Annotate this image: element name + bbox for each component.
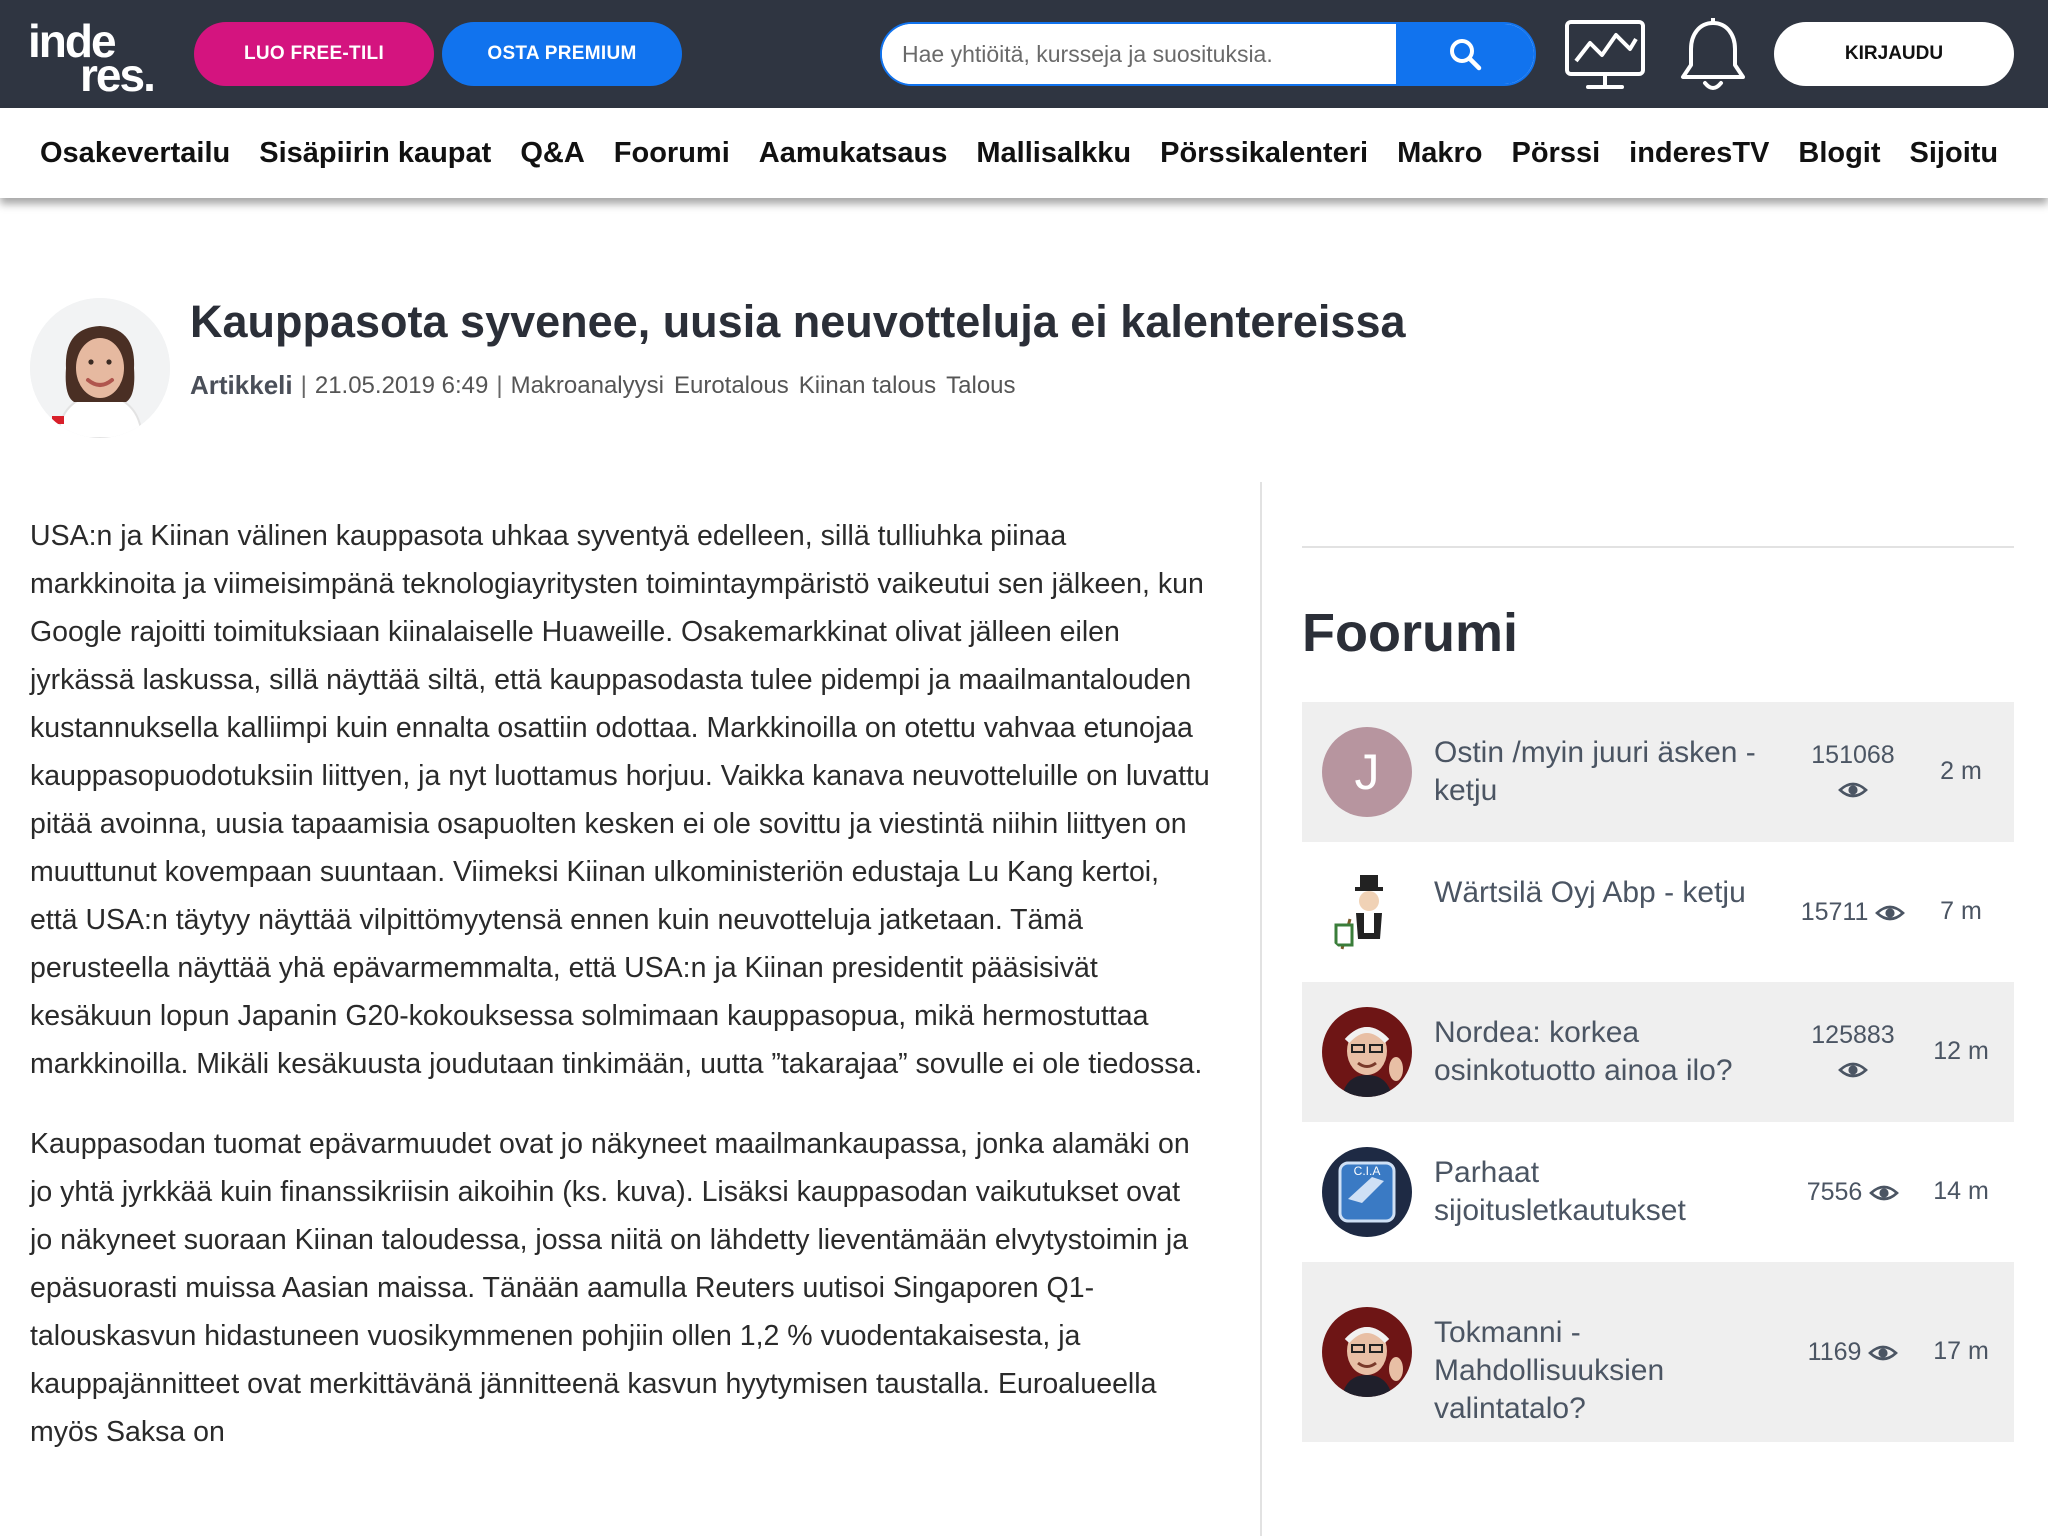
search-bar xyxy=(880,22,1536,86)
svg-text:C.I.A: C.I.A xyxy=(1354,1164,1381,1178)
nav-item-osakevertailu[interactable]: Osakevertailu xyxy=(40,137,230,170)
column-divider xyxy=(1260,482,1262,1536)
nav-list: Osakevertailu Sisäpiirin kaupat Q&A Foorumi… xyxy=(40,108,2027,198)
article-tag[interactable]: Talous xyxy=(946,372,1015,400)
article-body: USA:n ja Kiinan välinen kauppasota uhkaa… xyxy=(30,512,1210,1488)
monopoly-avatar[interactable] xyxy=(1322,867,1412,957)
author-portrait-icon xyxy=(30,298,170,438)
forum-thread-time: 17 m xyxy=(1933,1337,1989,1365)
create-free-account-button[interactable]: LUO FREE-TILI xyxy=(194,22,434,86)
portfolio-chart-button[interactable] xyxy=(1562,18,1648,94)
views-count: 7556 xyxy=(1806,1178,1863,1206)
author-avatar[interactable] xyxy=(30,298,170,438)
article-date: 21.05.2019 6:49 xyxy=(314,371,489,399)
nav-item-sijoitu[interactable]: Sijoitu xyxy=(1910,137,1999,170)
views-count: 151068 xyxy=(1811,741,1895,769)
article-tag[interactable]: Eurotalous xyxy=(674,372,789,400)
forum-thread-views: 151068 xyxy=(1788,738,1918,806)
forum-thread-title[interactable]: Tokmanni - Mahdollisuuksien valintatalo? xyxy=(1434,1314,1784,1428)
forum-thread-list: J Ostin /myin juuri äsken - ketju 151068 2 … xyxy=(1302,702,2014,1442)
views-count: 15711 xyxy=(1800,898,1869,926)
forum-thread-row[interactable]: C.I.A Parhaat sijoitusletkautukset 7556 14… xyxy=(1302,1122,2014,1262)
forum-thread-time: 2 m xyxy=(1940,757,1982,785)
inderes-logo[interactable]: inde res. xyxy=(28,18,156,98)
forum-thread-row[interactable]: Wärtsilä Oyj Abp - ketju 15711 7 m xyxy=(1302,842,2014,982)
article-meta: Artikkeli | 21.05.2019 6:49 | Makroanaly… xyxy=(190,370,1026,401)
forum-thread-row[interactable]: Nordea: korkea osinkotuotto ainoa ilo? 12… xyxy=(1302,982,2014,1122)
article-tag[interactable]: Makroanalyysi xyxy=(511,372,664,400)
views-icon xyxy=(1875,906,1906,921)
chart-monitor-icon xyxy=(1565,20,1645,89)
login-button[interactable]: KIRJAUDU xyxy=(1774,22,2014,86)
bell-icon xyxy=(1681,18,1745,90)
svg-text:J: J xyxy=(1355,744,1380,800)
article-paragraph: USA:n ja Kiinan välinen kauppasota uhkaa… xyxy=(30,520,1210,1080)
views-icon xyxy=(1869,1186,1900,1201)
forum-thread-title[interactable]: Wärtsilä Oyj Abp - ketju xyxy=(1434,874,1784,912)
views-icon xyxy=(1838,1063,1868,1078)
nav-item-makro[interactable]: Makro xyxy=(1397,137,1482,170)
article-type[interactable]: Artikkeli xyxy=(190,370,293,401)
buffett-avatar[interactable] xyxy=(1322,1007,1412,1097)
badge-avatar[interactable]: C.I.A xyxy=(1322,1147,1412,1237)
views-count: 1169 xyxy=(1807,1338,1862,1366)
buffett-avatar[interactable] xyxy=(1322,1307,1412,1397)
nav-item-sisäpiirin-kaupat[interactable]: Sisäpiirin kaupat xyxy=(259,137,491,170)
article-paragraph: Kauppasodan tuomat epävarmuudet ovat jo … xyxy=(30,1128,1190,1448)
search-icon xyxy=(1450,39,1482,71)
search-input[interactable] xyxy=(882,24,1400,84)
forum-thread-row[interactable]: J Ostin /myin juuri äsken - ketju 151068 2 … xyxy=(1302,702,2014,842)
nav-item-aamukatsaus[interactable]: Aamukatsaus xyxy=(759,137,948,170)
nav-item-mallisalkku[interactable]: Mallisalkku xyxy=(976,137,1131,170)
forum-thread-title[interactable]: Nordea: korkea osinkotuotto ainoa ilo? xyxy=(1434,1014,1784,1090)
nav-item-pörssi[interactable]: Pörssi xyxy=(1511,137,1600,170)
nav-item-pörssikalenteri[interactable]: Pörssikalenteri xyxy=(1160,137,1368,170)
forum-heading: Foorumi xyxy=(1302,603,1518,663)
forum-thread-time: 7 m xyxy=(1940,897,1982,925)
notifications-button[interactable] xyxy=(1670,18,1756,94)
article-title: Kauppasota syvenee, uusia neuvotteluja e… xyxy=(190,296,1406,347)
sidebar-divider xyxy=(1302,546,2014,548)
forum-thread-time: 14 m xyxy=(1933,1177,1989,1205)
article-tags: Makroanalyysi Eurotalous Kiinan talous Talo… xyxy=(511,372,1026,400)
meta-separator: | xyxy=(300,371,307,399)
user-avatar-j[interactable]: J xyxy=(1322,727,1412,817)
forum-thread-views: 7556 xyxy=(1788,1175,1918,1209)
article-tag[interactable]: Kiinan talous xyxy=(799,372,936,400)
top-header: inde res. LUO FREE-TILI OSTA PREMIUM KIR… xyxy=(0,0,2048,108)
nav-item-blogit[interactable]: Blogit xyxy=(1798,137,1880,170)
meta-separator: | xyxy=(496,371,503,399)
views-icon xyxy=(1838,783,1868,798)
views-count: 125883 xyxy=(1811,1021,1895,1049)
forum-thread-views: 125883 xyxy=(1788,1018,1918,1086)
nav-item-foorumi[interactable]: Foorumi xyxy=(614,137,730,170)
forum-thread-title[interactable]: Parhaat sijoitusletkautukset xyxy=(1434,1154,1784,1230)
forum-thread-title[interactable]: Ostin /myin juuri äsken - ketju xyxy=(1434,734,1784,810)
nav-item-inderestv[interactable]: inderesTV xyxy=(1629,137,1769,170)
views-icon xyxy=(1868,1346,1899,1361)
main-nav: Osakevertailu Sisäpiirin kaupat Q&A Foorumi… xyxy=(0,108,2048,198)
forum-thread-views: 1169 xyxy=(1788,1335,1918,1369)
forum-thread-views: 15711 xyxy=(1788,895,1918,929)
nav-item-q-a[interactable]: Q&A xyxy=(520,137,584,170)
forum-thread-time: 12 m xyxy=(1933,1037,1989,1065)
buy-premium-button[interactable]: OSTA PREMIUM xyxy=(442,22,682,86)
search-button[interactable] xyxy=(1396,24,1534,84)
forum-thread-row[interactable]: Tokmanni - Mahdollisuuksien valintatalo?… xyxy=(1302,1262,2014,1442)
